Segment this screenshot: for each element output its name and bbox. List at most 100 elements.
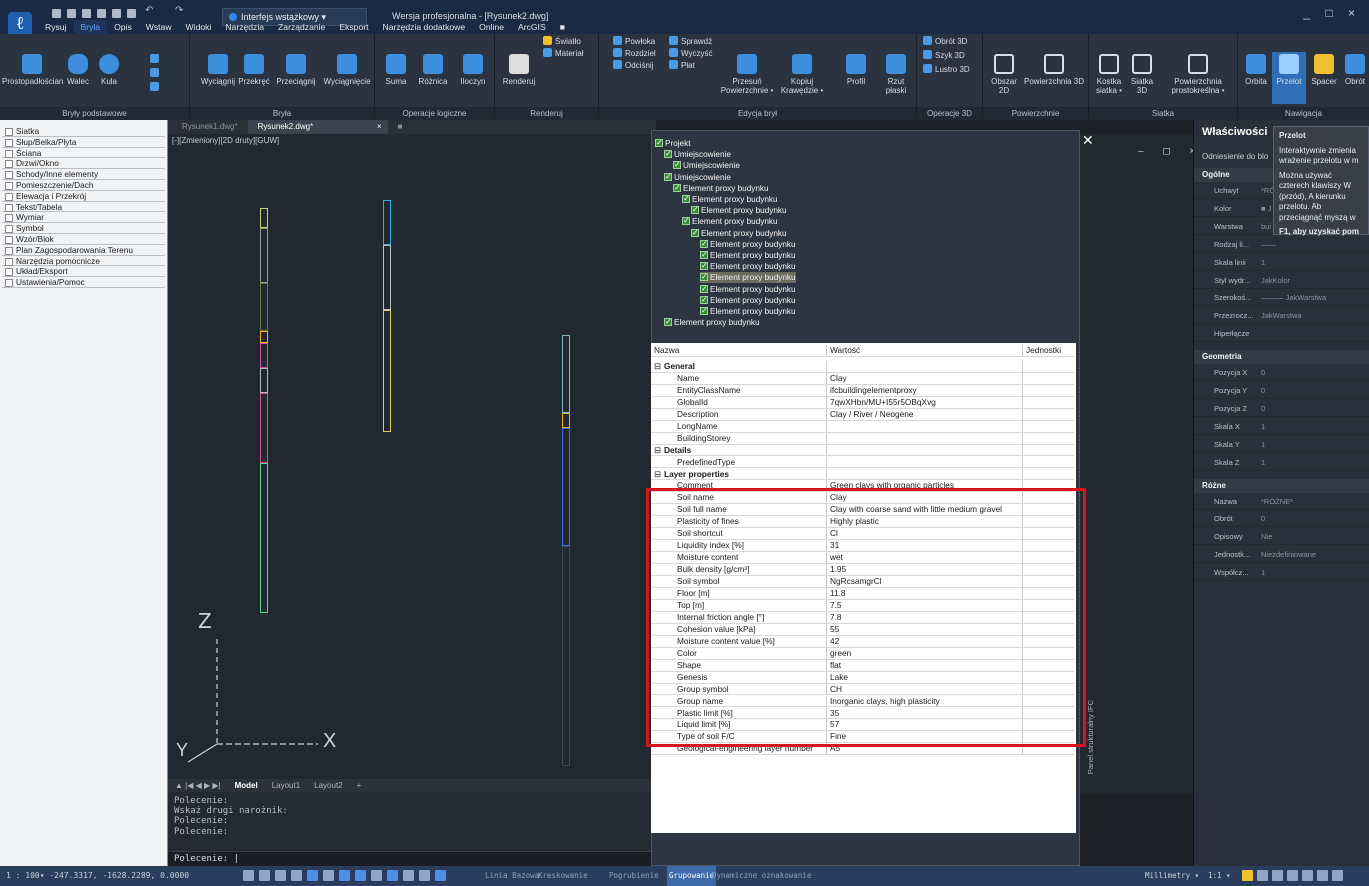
render-button[interactable]: Renderuj bbox=[499, 54, 539, 86]
mesh-box-button[interactable]: Kostka siatka • bbox=[1091, 54, 1127, 95]
dynamic-input-icon[interactable] bbox=[355, 870, 366, 881]
mirror3d-button[interactable]: Lustro 3D bbox=[923, 64, 970, 74]
save-as-icon[interactable] bbox=[97, 9, 106, 18]
checkbox-icon[interactable] bbox=[655, 137, 663, 148]
column-header[interactable]: Wartość bbox=[827, 345, 1023, 356]
palette-item[interactable]: Schody/Inne elementy bbox=[2, 169, 165, 180]
palette-item[interactable]: Pomieszczenie/Dach bbox=[2, 180, 165, 191]
checkbox-icon[interactable] bbox=[700, 238, 708, 249]
close-panel-icon[interactable]: ✕ bbox=[1082, 132, 1094, 149]
surface3d-button[interactable]: Powierzchnia 3D bbox=[1023, 54, 1085, 86]
table-section[interactable]: ⊟ General bbox=[651, 360, 1074, 373]
array3d-button[interactable]: Szyk 3D bbox=[923, 50, 965, 60]
toggle-baseline[interactable]: Linia Bazowa bbox=[485, 866, 539, 886]
layout-nav-arrows[interactable]: ▲ |◀ ◀ ▶ ▶| bbox=[168, 779, 228, 792]
turn-button[interactable]: Obrót bbox=[1340, 54, 1369, 86]
window-controls[interactable]: _ □ × bbox=[1303, 6, 1361, 20]
menu-eksport[interactable]: Eksport bbox=[332, 20, 375, 34]
tab-rysunek1[interactable]: Rysunek1.dwg* bbox=[172, 120, 248, 134]
menu-arcgis[interactable]: ArcGIS bbox=[511, 20, 553, 34]
property-row[interactable]: Skala X 1 bbox=[1194, 419, 1369, 435]
table-section[interactable]: ⊟ Layer properties bbox=[651, 468, 1074, 481]
menu-wstaw[interactable]: Wstaw bbox=[139, 20, 179, 34]
slice-button[interactable]: Płat bbox=[669, 60, 695, 70]
palette-item[interactable]: Siatka bbox=[2, 126, 165, 137]
properties-section-header[interactable]: Geometria bbox=[1194, 350, 1369, 365]
checkbox-icon[interactable] bbox=[664, 316, 672, 327]
selection-cycling-icon[interactable] bbox=[419, 870, 430, 881]
annotation-scale[interactable]: 1:1 ▾ bbox=[1208, 866, 1231, 886]
collapse-icon[interactable]: ⊟ bbox=[654, 469, 661, 481]
plot-icon[interactable] bbox=[127, 9, 136, 18]
table-section[interactable]: ⊟ Details bbox=[651, 444, 1074, 457]
table-row[interactable]: LongName bbox=[651, 420, 1074, 433]
material-button[interactable]: Materiał bbox=[543, 48, 583, 58]
new-tab-icon[interactable]: ■ bbox=[388, 120, 413, 134]
redo-icon[interactable]: ↷ bbox=[175, 5, 184, 16]
menu-bryła[interactable]: Bryła bbox=[73, 20, 108, 34]
checkbox-icon[interactable] bbox=[700, 271, 708, 282]
region2d-button[interactable]: Obszar 2D bbox=[987, 54, 1021, 95]
add-layout-button[interactable]: + bbox=[350, 779, 369, 792]
box-button[interactable]: Prostopadłościan bbox=[2, 54, 63, 86]
intersect-button[interactable]: Iloczyn bbox=[455, 54, 491, 86]
palette-item[interactable]: Elewacja i Przekrój bbox=[2, 191, 165, 202]
checkbox-icon[interactable] bbox=[700, 294, 708, 305]
table-row[interactable]: GlobalId 7qwXHbn/MU+I55r5OBqXvg bbox=[651, 396, 1074, 409]
cone-icon[interactable] bbox=[150, 54, 162, 64]
palette-item[interactable]: Plan Zagospodarowania Terenu bbox=[2, 245, 165, 256]
palette-item[interactable]: Symbol bbox=[2, 223, 165, 234]
property-row[interactable]: Jednostk... Niezdefiniowane bbox=[1194, 547, 1369, 564]
tab-layout2[interactable]: Layout2 bbox=[307, 779, 349, 792]
properties-section-header[interactable]: Różne bbox=[1194, 478, 1369, 493]
checkbox-icon[interactable] bbox=[673, 159, 681, 170]
menu-widoki[interactable]: Widoki bbox=[179, 20, 219, 34]
property-row[interactable]: Rodzaj li... —— bbox=[1194, 237, 1369, 253]
ortho-icon[interactable] bbox=[275, 870, 286, 881]
check-button[interactable]: Sprawdź bbox=[669, 36, 712, 46]
shell-button[interactable]: Powłoka bbox=[613, 36, 655, 46]
property-row[interactable]: Skala linii 1 bbox=[1194, 255, 1369, 271]
undo-icon[interactable]: ↶ bbox=[145, 5, 154, 16]
revolve-button[interactable]: Przekręć bbox=[236, 54, 272, 86]
tree-node[interactable]: Element proxy budynku bbox=[700, 305, 796, 317]
app-logo[interactable]: ℓ bbox=[8, 12, 32, 36]
menu-narzędzia-dodatkowe[interactable]: Narzędzia dodatkowe bbox=[375, 20, 472, 34]
palette-item[interactable]: Ściana bbox=[2, 148, 165, 159]
property-row[interactable]: Nazwa *RÓŻNE* bbox=[1194, 494, 1369, 510]
close-tab-icon[interactable]: × bbox=[377, 120, 382, 134]
checkbox-icon[interactable] bbox=[700, 260, 708, 271]
collapse-icon[interactable]: ⊟ bbox=[654, 445, 661, 457]
quick-props-icon[interactable] bbox=[403, 870, 414, 881]
tree-node[interactable]: Element proxy budynku bbox=[700, 260, 796, 272]
transparency-icon[interactable] bbox=[387, 870, 398, 881]
tree-node[interactable]: Element proxy budynku bbox=[700, 238, 796, 250]
tree-node[interactable]: Element proxy budynku bbox=[664, 316, 760, 328]
grid-icon[interactable] bbox=[243, 870, 254, 881]
sphere-button[interactable]: Kula bbox=[94, 54, 124, 86]
menu-rysuj[interactable]: Rysuj bbox=[38, 20, 74, 34]
checkbox-icon[interactable] bbox=[700, 283, 708, 294]
isolate-icon[interactable] bbox=[1302, 870, 1313, 881]
ruled-surface-button[interactable]: Powierzchnia prostokreślna • bbox=[1159, 54, 1237, 95]
flat-view-button[interactable]: Rzut płaski bbox=[879, 54, 913, 95]
property-row[interactable]: Współcz... 1 bbox=[1194, 565, 1369, 582]
checkbox-icon[interactable] bbox=[691, 227, 699, 238]
menu-narzędzia[interactable]: Narzędzia bbox=[218, 20, 271, 34]
palette-item[interactable]: Drzwi/Okno bbox=[2, 158, 165, 170]
ribbon-minimize-icon[interactable]: ■ bbox=[553, 20, 572, 34]
palette-item[interactable]: Wymiar bbox=[2, 212, 165, 224]
toggle-dynamic-marking[interactable]: Dynamiczne oznakowanie bbox=[712, 866, 811, 886]
flyby-button[interactable]: Przelot bbox=[1272, 52, 1306, 104]
print-icon[interactable] bbox=[112, 9, 121, 18]
move-faces-button[interactable]: Przesuń Powierzchnie • bbox=[719, 54, 775, 95]
snap-icon[interactable] bbox=[259, 870, 270, 881]
command-input[interactable]: Polecenie: | bbox=[168, 851, 653, 866]
annotation-visibility-icon[interactable] bbox=[1242, 870, 1253, 881]
customize-icon[interactable] bbox=[1332, 870, 1343, 881]
property-row[interactable]: Przezrocz... JakWarstwa bbox=[1194, 308, 1369, 325]
orbit-button[interactable]: Orbita bbox=[1240, 54, 1272, 86]
palette-item[interactable]: Tekst/Tabela bbox=[2, 202, 165, 213]
table-row[interactable]: Name Clay bbox=[651, 372, 1074, 385]
palette-item[interactable]: Narzędzia pomocnicze bbox=[2, 256, 165, 267]
